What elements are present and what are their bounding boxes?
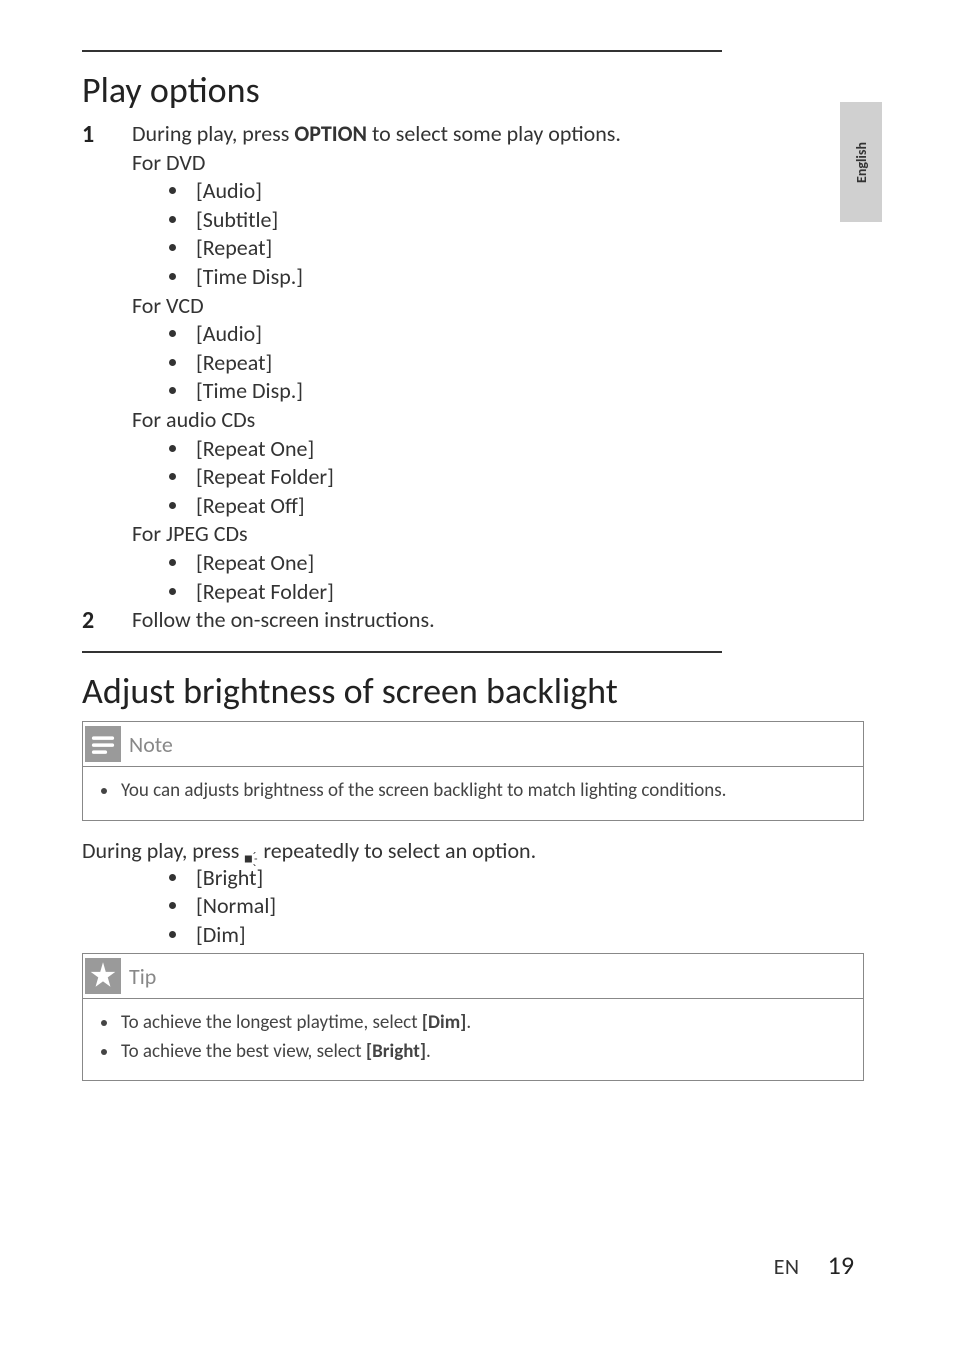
- section-rule: [82, 50, 722, 52]
- audiocd-options: [Repeat One] [Repeat Folder] [Repeat Off…: [132, 435, 844, 521]
- tip-label: Tip: [129, 963, 156, 990]
- dvd-options: [Audio] [Subtitle] [Repeat] [Time Disp.]: [132, 177, 844, 291]
- language-tab-label: English: [853, 142, 870, 183]
- section2-title: Adjust brightness of screen backlight: [82, 669, 884, 713]
- dvd-label: For DVD: [132, 149, 844, 178]
- tip-item: To achieve the longest playtime, select …: [119, 1009, 845, 1038]
- section1-title: Play options: [82, 68, 884, 112]
- tip-callout: Tip To achieve the longest playtime, sel…: [82, 953, 864, 1081]
- section-rule: [82, 651, 722, 653]
- vcd-options: [Audio] [Repeat] [Time Disp.]: [132, 320, 844, 406]
- step1-text-bold: OPTION: [294, 120, 367, 147]
- note-item: You can adjusts brightness of the screen…: [119, 777, 845, 806]
- step-1: 1 During play, press OPTION to select so…: [82, 120, 884, 606]
- note-icon: [85, 726, 121, 762]
- list-item: [Repeat Off]: [190, 492, 844, 521]
- tip-header: Tip: [83, 954, 863, 998]
- vcd-label: For VCD: [132, 292, 844, 321]
- step-2-body: Follow the on-screen instructions.: [132, 606, 884, 635]
- note-callout: Note You can adjusts brightness of the s…: [82, 721, 864, 821]
- step-number-2: 2: [82, 606, 132, 635]
- list-item: [Repeat Folder]: [190, 578, 844, 607]
- page-footer: EN 19: [774, 1249, 854, 1281]
- list-item: [Audio]: [190, 177, 844, 206]
- step1-text-sfx: to select some play options.: [367, 120, 621, 147]
- page-number: 19: [828, 1249, 854, 1281]
- list-item: [Time Disp.]: [190, 377, 844, 406]
- list-item: [Subtitle]: [190, 206, 844, 235]
- list-item: [Bright]: [190, 864, 884, 893]
- note-label: Note: [129, 731, 173, 758]
- list-item: [Repeat]: [190, 349, 844, 378]
- step-number-1: 1: [82, 120, 132, 606]
- note-header: Note: [83, 722, 863, 766]
- brightness-options: [Bright] [Normal] [Dim]: [132, 864, 884, 950]
- list-item: [Repeat]: [190, 234, 844, 263]
- tip-body: To achieve the longest playtime, select …: [83, 998, 863, 1080]
- list-item: [Time Disp.]: [190, 263, 844, 292]
- list-item: [Audio]: [190, 320, 844, 349]
- step1-text-prefix: During play, press: [132, 120, 294, 147]
- language-tab: English: [840, 102, 882, 222]
- jpegcd-label: For JPEG CDs: [132, 520, 844, 549]
- step-2: 2 Follow the on-screen instructions.: [82, 606, 884, 635]
- jpegcd-options: [Repeat One] [Repeat Folder]: [132, 549, 844, 606]
- tip-icon: [85, 958, 121, 994]
- list-item: [Dim]: [190, 921, 884, 950]
- brightness-instruction: During play, press repeatedly to select …: [82, 837, 884, 864]
- step-1-body: During play, press OPTION to select some…: [132, 120, 884, 606]
- note-body: You can adjusts brightness of the screen…: [83, 766, 863, 820]
- brightness-button-icon: [244, 845, 258, 859]
- tip-item: To achieve the best view, select [Bright…: [119, 1038, 845, 1067]
- brightness-prefix: During play, press: [82, 837, 244, 864]
- audiocd-label: For audio CDs: [132, 406, 844, 435]
- list-item: [Repeat Folder]: [190, 463, 844, 492]
- list-item: [Repeat One]: [190, 435, 844, 464]
- list-item: [Normal]: [190, 892, 884, 921]
- list-item: [Repeat One]: [190, 549, 844, 578]
- footer-lang: EN: [774, 1253, 800, 1280]
- brightness-suffix: repeatedly to select an option.: [263, 837, 536, 864]
- document-page: English Play options 1 During play, pres…: [0, 0, 954, 1351]
